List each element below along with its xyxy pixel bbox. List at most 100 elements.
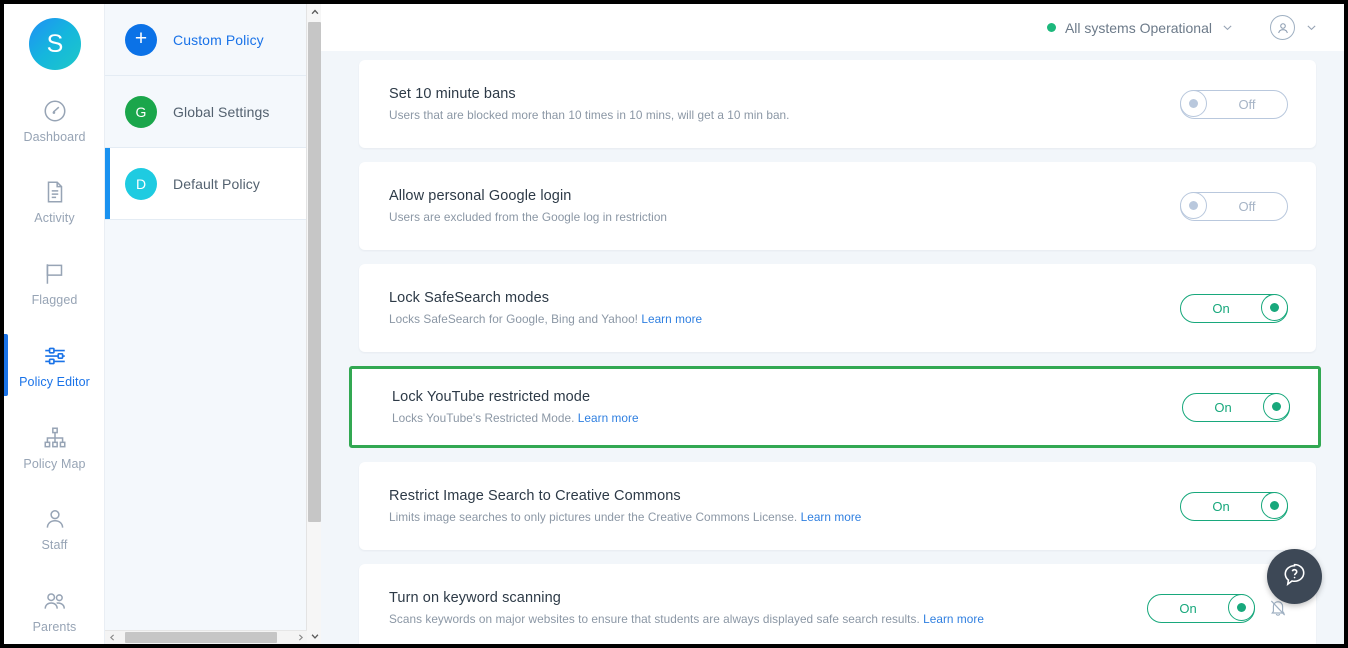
hierarchy-icon [42,425,68,451]
setting-text: Restrict Image Search to Creative Common… [389,488,1180,524]
setting-text: Turn on keyword scanning Scans keywords … [389,590,1147,626]
sidebar-label-dashboard: Dashboard [23,130,86,144]
setting-title: Allow personal Google login [389,188,572,204]
learn-more-link[interactable]: Learn more [641,312,702,326]
status-dot [1046,23,1056,32]
setting-description-text: Limits image searches to only pictures u… [389,510,798,524]
toggle-state-label: On [1212,300,1230,316]
setting-description-text: Scans keywords on major websites to ensu… [389,612,920,626]
setting-toggle[interactable]: On [1182,392,1290,422]
policy-list-item-global-settings[interactable]: G Global Settings [105,76,310,148]
main-content: All systems Operational Set 10 minute ba… [321,4,1344,644]
policy-list-item-default-policy[interactable]: D Default Policy [105,148,310,220]
setting-description: Scans keywords on major websites to ensu… [389,612,1147,626]
plus-glyph: + [134,27,148,50]
policy-avatar-letter-default: D [135,175,147,192]
setting-title: Lock SafeSearch modes [389,290,550,306]
setting-card: Set 10 minute bans Users that are blocke… [359,60,1316,148]
policy-list-item-custom-policy[interactable]: + Custom Policy [105,4,310,76]
help-question-icon [1281,561,1308,593]
setting-description: Locks YouTube's Restricted Mode. Learn m… [392,411,1182,425]
person-icon [42,506,68,532]
learn-more-link[interactable]: Learn more [801,510,862,524]
sidebar-label-activity: Activity [34,211,75,225]
account-menu[interactable] [1270,15,1318,40]
chevron-down-icon[interactable] [1305,21,1318,34]
setting-title: Set 10 minute bans [389,86,516,102]
setting-card-highlighted: Lock YouTube restricted mode Locks YouTu… [349,366,1321,448]
sliders-icon [42,343,68,369]
setting-description: Limits image searches to only pictures u… [389,510,1180,524]
setting-toggle[interactable]: Off [1180,191,1288,221]
setting-title: Lock YouTube restricted mode [392,389,591,405]
top-bar: All systems Operational [321,4,1344,51]
sidebar-item-parents[interactable]: Parents [4,578,105,644]
sidebar-item-policy-map[interactable]: Policy Map [4,415,105,481]
vertical-scrollbar[interactable] [306,4,321,644]
setting-title: Turn on keyword scanning [389,590,561,606]
chevron-right-icon[interactable] [293,631,307,644]
setting-toggle[interactable]: On [1147,593,1255,623]
setting-toggle[interactable]: On [1180,491,1288,521]
chevron-up-icon[interactable] [307,4,322,20]
sidebar-item-flagged[interactable]: Flagged [4,251,105,317]
setting-text: Allow personal Google login Users are ex… [389,188,1180,224]
sidebar-label-policy-editor: Policy Editor [19,375,90,389]
app-logo[interactable]: S [29,18,81,70]
sidebar-label-policy-map: Policy Map [23,457,86,471]
policy-list-panel: + Custom Policy G Global Settings D Defa… [105,4,310,644]
logo-letter: S [46,29,64,58]
sidebar-label-flagged: Flagged [31,293,78,307]
document-icon [42,179,68,205]
setting-card: Allow personal Google login Users are ex… [359,162,1316,250]
sidebar-item-activity[interactable]: Activity [4,169,105,235]
setting-description-text: Locks YouTube's Restricted Mode. [392,411,575,425]
add-policy-icon: + [125,23,157,56]
setting-description-text: Users that are blocked more than 10 time… [389,108,790,122]
sidebar-item-staff[interactable]: Staff [4,496,105,562]
setting-text: Lock YouTube restricted mode Locks YouTu… [392,389,1182,425]
sidebar-item-dashboard[interactable]: Dashboard [4,88,105,154]
sidebar-item-policy-editor[interactable]: Policy Editor [4,333,105,399]
setting-toggle[interactable]: On [1180,293,1288,323]
toggle-state-label: On [1179,600,1197,616]
setting-card: Restrict Image Search to Creative Common… [359,462,1316,550]
policy-selected-indicator [105,148,110,219]
setting-card: Turn on keyword scanning Scans keywords … [359,564,1316,644]
policy-avatar-letter-global: G [135,103,147,120]
setting-title: Restrict Image Search to Creative Common… [389,488,681,504]
left-nav-rail: S Dashboard Activity Flagged Policy Edit… [4,4,105,644]
people-icon [42,588,68,614]
setting-description: Users that are blocked more than 10 time… [389,108,1180,122]
learn-more-link[interactable]: Learn more [578,411,639,425]
settings-card-list: Set 10 minute bans Users that are blocke… [321,51,1344,644]
setting-toggle[interactable]: Off [1180,89,1288,119]
sidebar-label-staff: Staff [41,538,68,552]
sidebar-label-parents: Parents [32,620,77,634]
setting-text: Set 10 minute bans Users that are blocke… [389,86,1180,122]
horizontal-scrollbar[interactable] [105,630,307,644]
system-status[interactable]: All systems Operational [1046,19,1234,36]
toggle-state-label: Off [1238,198,1256,214]
flag-icon [42,261,68,287]
vertical-scrollbar-thumb[interactable] [308,22,321,522]
horizontal-scrollbar-thumb[interactable] [125,632,277,643]
help-button[interactable] [1267,549,1322,604]
setting-card: Lock SafeSearch modes Locks SafeSearch f… [359,264,1316,352]
setting-description-text: Users are excluded from the Google log i… [389,210,668,224]
app-window: S Dashboard Activity Flagged Policy Edit… [4,4,1344,644]
status-label: All systems Operational [1064,19,1212,36]
policy-list-label-custom: Custom Policy [173,31,264,48]
toggle-state-label: Off [1238,96,1256,112]
chevron-down-icon[interactable] [307,628,322,644]
toggle-state-label: On [1214,399,1232,415]
policy-avatar-global: G [125,95,157,128]
policy-avatar-default: D [125,167,157,200]
speedometer-icon [42,98,68,124]
toggle-state-label: On [1212,498,1230,514]
chevron-left-icon[interactable] [105,631,119,644]
chevron-down-icon[interactable] [1221,21,1234,34]
setting-description: Users are excluded from the Google log i… [389,210,1180,224]
learn-more-link[interactable]: Learn more [923,612,984,626]
setting-description: Locks SafeSearch for Google, Bing and Ya… [389,312,1180,326]
